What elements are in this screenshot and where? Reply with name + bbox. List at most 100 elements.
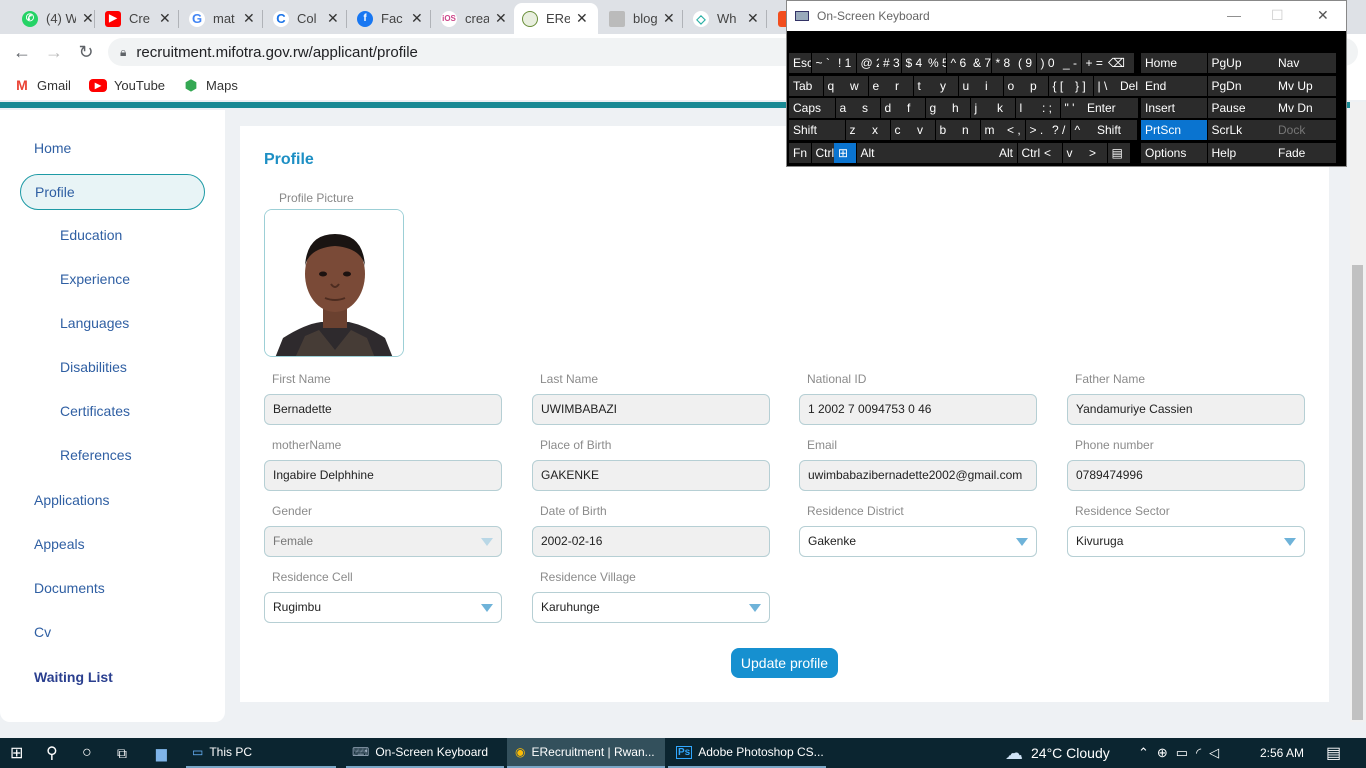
first-name-input[interactable]: Bernadette <box>264 394 502 425</box>
osk-key[interactable]: Pause <box>1207 98 1274 118</box>
osk-key[interactable]: ^ <box>1070 120 1093 140</box>
osk-key[interactable]: Enter <box>1083 98 1138 118</box>
osk-key[interactable]: d <box>880 98 903 118</box>
scrollbar-thumb[interactable] <box>1352 265 1363 720</box>
osk-key[interactable]: r <box>891 76 913 96</box>
forward-arrow-icon[interactable]: → <box>42 40 66 64</box>
osk-key[interactable]: < , <box>1003 120 1025 140</box>
osk-key[interactable]: Alt <box>856 143 995 163</box>
osk-key[interactable]: Mv Dn <box>1274 98 1336 118</box>
sidebar-item-disabilities[interactable]: Disabilities <box>60 359 127 375</box>
close-icon[interactable]: ✕ <box>1317 7 1329 24</box>
weather-widget[interactable]: ☁ 24°C Cloudy <box>1005 738 1110 768</box>
osk-key[interactable]: i <box>981 76 1003 96</box>
osk-key[interactable]: x <box>868 120 890 140</box>
father-name-input[interactable]: Yandamuriye Cassien <box>1067 394 1305 425</box>
osk-key[interactable]: End <box>1141 76 1207 96</box>
osk-key[interactable]: & 7 <box>969 53 991 73</box>
windows-start-icon[interactable]: ⊞ <box>10 738 23 768</box>
clock[interactable]: 2:56 AM <box>1260 738 1304 768</box>
browser-tab[interactable]: ▶ Cre ✕ <box>97 3 179 34</box>
osk-key[interactable]: c <box>890 120 913 140</box>
osk-key[interactable]: PgDn <box>1207 76 1274 96</box>
osk-key[interactable]: t <box>913 76 936 96</box>
osk-key[interactable]: Nav <box>1274 53 1336 73</box>
back-arrow-icon[interactable]: ← <box>10 40 34 64</box>
sidebar-item-waiting-list[interactable]: Waiting List <box>34 669 113 685</box>
osk-key[interactable]: ( 9 <box>1014 53 1036 73</box>
national-id-input[interactable]: 1 2002 7 0094753 0 46 <box>799 394 1037 425</box>
osk-key[interactable]: # 3 <box>879 53 901 73</box>
village-select[interactable]: Karuhunge <box>532 592 770 623</box>
reload-icon[interactable]: ↻ <box>74 40 98 64</box>
osk-key[interactable]: ) 0 <box>1036 53 1059 73</box>
osk-key[interactable]: a <box>835 98 858 118</box>
close-tab-icon[interactable]: ✕ <box>576 10 588 27</box>
osk-key[interactable]: v <box>913 120 935 140</box>
sidebar-item-experience[interactable]: Experience <box>60 271 130 287</box>
osk-key[interactable]: Ctrl <box>1017 143 1040 163</box>
phone-input[interactable]: 0789474996 <box>1067 460 1305 491</box>
mother-name-input[interactable]: Ingabire Delphhine <box>264 460 502 491</box>
close-tab-icon[interactable]: ✕ <box>327 10 339 27</box>
osk-key[interactable]: % 5 <box>924 53 946 73</box>
notifications-icon[interactable]: ▤ <box>1326 738 1341 768</box>
close-tab-icon[interactable]: ✕ <box>747 10 759 27</box>
sidebar-item-applications[interactable]: Applications <box>34 492 110 508</box>
sidebar-item-certificates[interactable]: Certificates <box>60 403 130 419</box>
osk-key[interactable]: ^ 6 <box>946 53 969 73</box>
osk-key[interactable]: Shift <box>789 120 845 140</box>
osk-key[interactable]: w <box>846 76 868 96</box>
close-tab-icon[interactable]: ✕ <box>663 10 675 27</box>
osk-key[interactable]: b <box>935 120 958 140</box>
bookmark-gmail[interactable]: M Gmail <box>14 77 71 93</box>
osk-key[interactable]: f <box>903 98 925 118</box>
close-tab-icon[interactable]: ✕ <box>82 10 94 27</box>
osk-key[interactable]: n <box>958 120 980 140</box>
maximize-icon[interactable]: ☐ <box>1271 7 1284 24</box>
osk-key[interactable]: ⌫ <box>1104 53 1134 73</box>
osk-key[interactable]: Dock <box>1274 120 1336 140</box>
close-tab-icon[interactable]: ✕ <box>159 10 171 27</box>
osk-key[interactable]: * 8 <box>991 53 1014 73</box>
osk-key[interactable]: Del <box>1116 76 1142 96</box>
close-tab-icon[interactable]: ✕ <box>495 10 507 27</box>
minimize-icon[interactable]: — <box>1227 7 1241 23</box>
osk-key[interactable]: v <box>1062 143 1085 163</box>
osk-key[interactable]: q <box>823 76 846 96</box>
email-input[interactable]: uwimbabazibernadette2002@gmail.com <box>799 460 1037 491</box>
osk-key[interactable]: Ctrl <box>811 143 834 163</box>
osk-key[interactable]: Help <box>1207 143 1274 163</box>
place-of-birth-input[interactable]: GAKENKE <box>532 460 770 491</box>
osk-key[interactable]: Tab <box>789 76 823 96</box>
osk-key[interactable]: ! 1 <box>834 53 856 73</box>
sidebar-item-references[interactable]: References <box>60 447 132 463</box>
osk-key[interactable]: { [ <box>1048 76 1071 96</box>
taskbar-app-chrome[interactable]: ◉ ERecruitment | Rwan... <box>507 738 665 768</box>
taskbar-app-photoshop[interactable]: Ps Adobe Photoshop CS... <box>668 738 826 768</box>
osk-key[interactable]: " ' <box>1060 98 1083 118</box>
osk-key[interactable]: ScrLk <box>1207 120 1274 140</box>
osk-key[interactable]: j <box>970 98 993 118</box>
osk-key[interactable]: p <box>1026 76 1048 96</box>
update-profile-button[interactable]: Update profile <box>731 648 838 678</box>
close-tab-icon[interactable]: ✕ <box>243 10 255 27</box>
osk-key[interactable]: k <box>993 98 1015 118</box>
osk-key[interactable]: _ - <box>1059 53 1081 73</box>
sector-select[interactable]: Kivuruga <box>1067 526 1305 557</box>
dob-input[interactable]: 2002-02-16 <box>532 526 770 557</box>
bookmark-youtube[interactable]: ▶ YouTube <box>88 78 165 93</box>
osk-key[interactable]: ? / <box>1048 120 1070 140</box>
osk-key[interactable]: Caps <box>789 98 835 118</box>
browser-tab[interactable]: ✆ (4) W ✕ <box>14 3 102 34</box>
close-tab-icon[interactable]: ✕ <box>411 10 423 27</box>
osk-key[interactable]: g <box>925 98 948 118</box>
osk-key[interactable]: e <box>868 76 891 96</box>
browser-tab-active[interactable]: ERe ✕ <box>514 3 598 34</box>
osk-key[interactable]: + = <box>1081 53 1104 73</box>
osk-key[interactable]: Home <box>1141 53 1207 73</box>
osk-key[interactable]: PgUp <box>1207 53 1274 73</box>
osk-key[interactable]: Fn <box>789 143 811 163</box>
browser-tab[interactable]: ◇ Wh ✕ <box>685 3 767 34</box>
osk-key[interactable]: Esc <box>789 53 811 73</box>
